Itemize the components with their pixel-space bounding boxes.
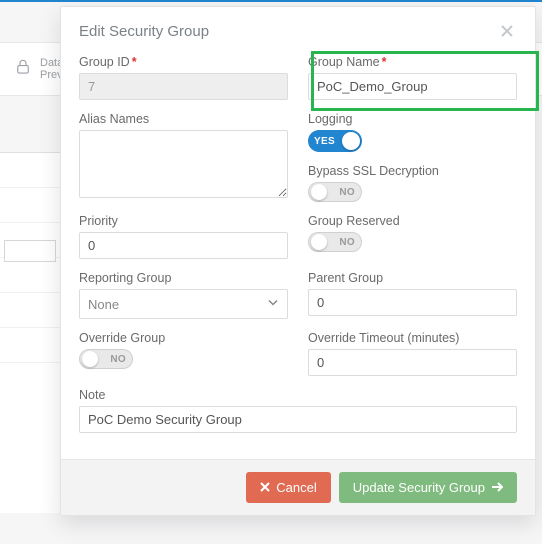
chevron-down-icon: [267, 297, 279, 312]
arrow-right-icon: [491, 480, 503, 495]
toggle-knob: [311, 234, 327, 250]
toggle-knob: [311, 184, 327, 200]
alias-names-input[interactable]: [79, 130, 288, 198]
x-icon: [260, 480, 270, 495]
note-label: Note: [79, 388, 517, 402]
parent-group-label: Parent Group: [308, 271, 517, 285]
bypass-ssl-label: Bypass SSL Decryption: [308, 164, 517, 178]
toggle-knob: [82, 351, 98, 367]
override-timeout-label: Override Timeout (minutes): [308, 331, 517, 345]
modal-title: Edit Security Group: [79, 23, 209, 40]
close-icon: [500, 24, 514, 38]
priority-label: Priority: [79, 214, 288, 228]
logging-label: Logging: [308, 112, 517, 126]
override-group-label: Override Group: [79, 331, 288, 345]
group-id-input: [79, 73, 288, 100]
reporting-group-label: Reporting Group: [79, 271, 288, 285]
lock-icon: [14, 58, 32, 79]
logging-toggle[interactable]: YES: [308, 130, 362, 152]
parent-group-input[interactable]: [308, 289, 517, 316]
background-list-stub: [0, 152, 60, 513]
cancel-button[interactable]: Cancel: [246, 472, 330, 503]
note-input[interactable]: [79, 406, 517, 433]
priority-input[interactable]: [79, 232, 288, 259]
background-input-stub: [4, 240, 56, 262]
override-timeout-input[interactable]: [308, 349, 517, 376]
alias-names-label: Alias Names: [79, 112, 288, 126]
override-group-toggle[interactable]: NO: [79, 349, 133, 369]
group-name-input[interactable]: [308, 73, 517, 100]
group-reserved-toggle[interactable]: NO: [308, 232, 362, 252]
reporting-group-select[interactable]: None: [79, 289, 288, 319]
group-reserved-label: Group Reserved: [308, 214, 517, 228]
group-id-label: Group ID*: [79, 55, 288, 69]
edit-security-group-modal: Edit Security Group Group ID* Group Name…: [60, 6, 536, 516]
close-button[interactable]: [497, 21, 517, 41]
update-security-group-button[interactable]: Update Security Group: [339, 472, 517, 503]
toggle-knob: [342, 132, 360, 150]
bypass-ssl-toggle[interactable]: NO: [308, 182, 362, 202]
group-name-label: Group Name*: [308, 55, 517, 69]
